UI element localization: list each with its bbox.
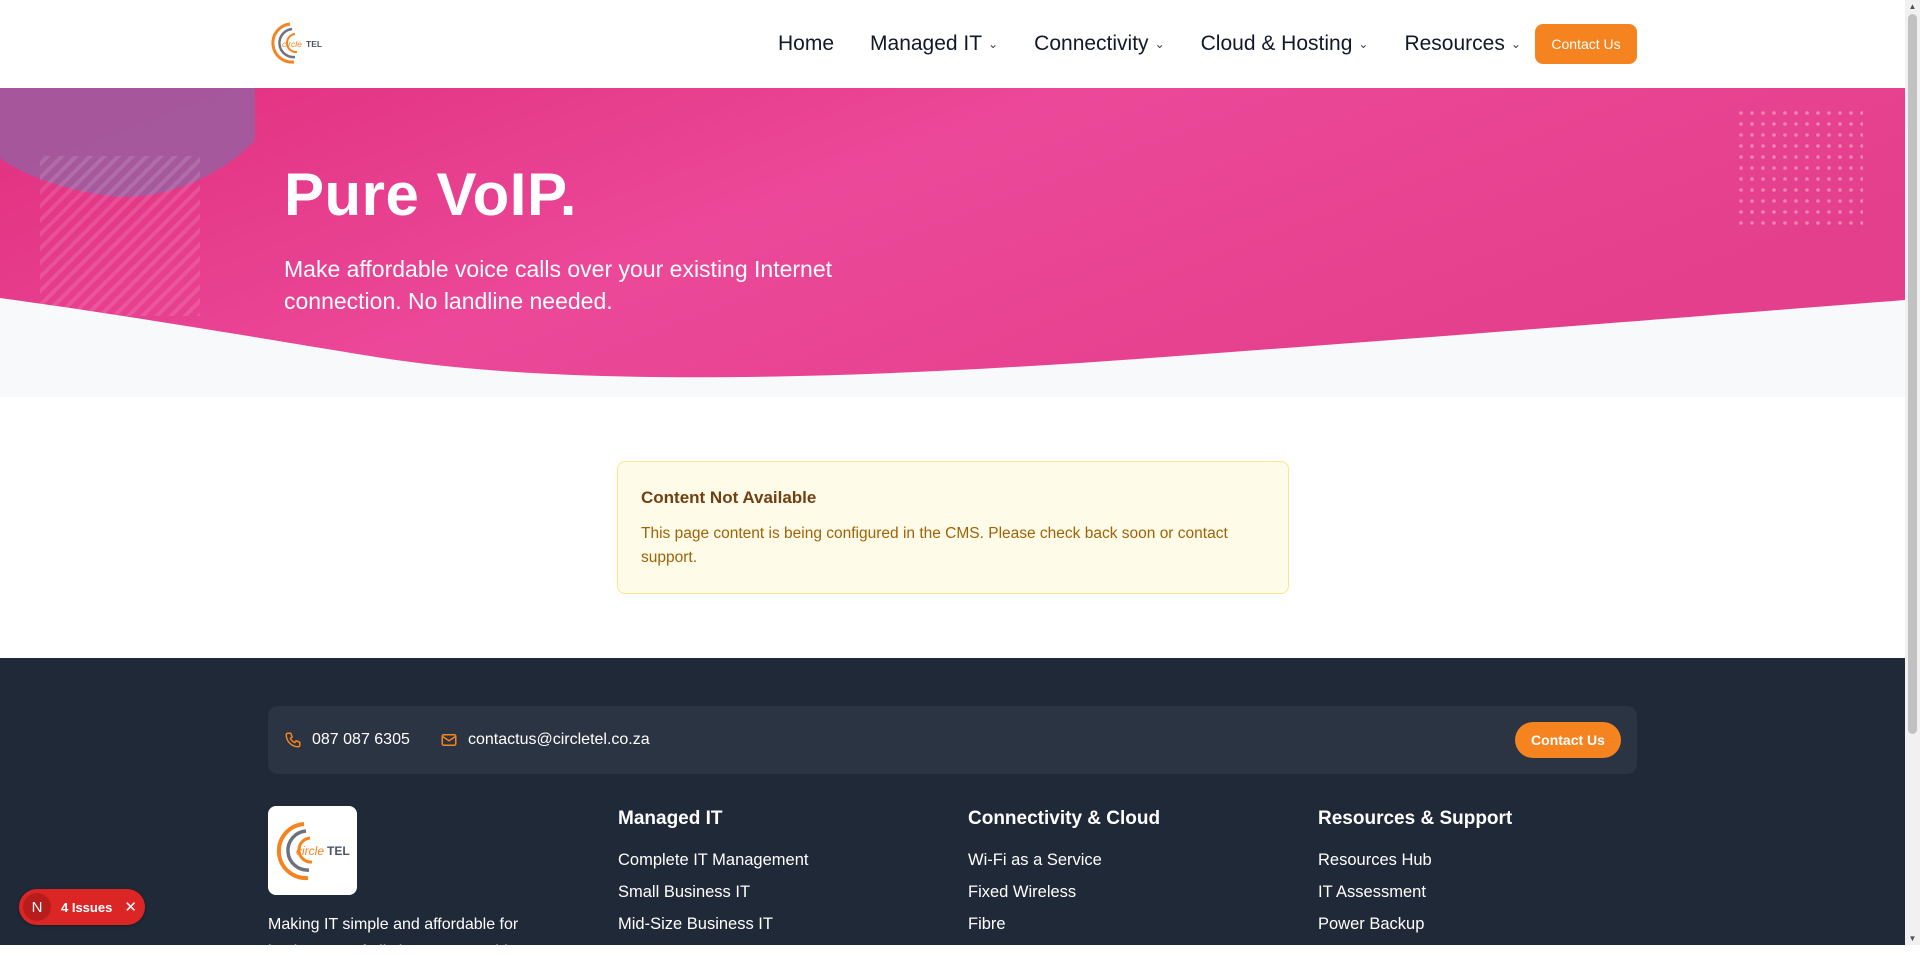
scroll-up-icon[interactable]: ▲ <box>1905 2 1920 11</box>
svg-text:circle: circle <box>296 844 324 858</box>
nav-managed-it[interactable]: Managed IT ⌄ <box>870 32 998 56</box>
nav-connectivity[interactable]: Connectivity ⌄ <box>1034 32 1164 56</box>
main-nav: Home Managed IT ⌄ Connectivity ⌄ Cloud &… <box>778 0 1557 88</box>
nav-home-label: Home <box>778 32 835 55</box>
notice-message: This page content is being configured in… <box>641 525 1228 566</box>
footer-phone: 087 087 6305 <box>312 731 410 748</box>
svg-text:circle: circle <box>282 39 302 49</box>
phone-icon <box>285 732 301 748</box>
chevron-down-icon: ⌄ <box>1154 37 1165 51</box>
footer-link[interactable]: Fixed Wireless <box>968 876 1160 908</box>
footer-link[interactable]: Fibre <box>968 908 1160 940</box>
footer-logo[interactable]: circle TEL <box>268 806 357 895</box>
svg-text:TEL: TEL <box>327 844 350 858</box>
footer-contact-bar: 087 087 6305 contactus@circletel.co.za C… <box>268 706 1637 774</box>
footer-email: contactus@circletel.co.za <box>468 731 650 748</box>
dev-issues-badge[interactable]: N 4 Issues ✕ <box>19 889 145 925</box>
footer-column-connectivity-cloud: Connectivity & Cloud Wi-Fi as a Service … <box>968 808 1160 940</box>
footer-link[interactable]: Power Backup <box>1318 908 1512 940</box>
nav-managed-it-label: Managed IT <box>870 32 983 55</box>
footer-link[interactable]: IT Assessment <box>1318 876 1512 908</box>
footer-tagline: Making IT simple and affordable for busi… <box>268 916 585 960</box>
chevron-down-icon: ⌄ <box>988 37 999 51</box>
footer-column-heading: Connectivity & Cloud <box>968 808 1161 829</box>
chevron-down-icon: ⌄ <box>1358 37 1369 51</box>
footer-link[interactable]: Mid-Size Business IT <box>618 908 808 940</box>
nav-resources[interactable]: Resources ⌄ <box>1404 32 1520 56</box>
footer-link[interactable]: Small Business IT <box>618 876 808 908</box>
site-footer: 087 087 6305 contactus@circletel.co.za C… <box>0 658 1905 960</box>
nav-resources-label: Resources <box>1404 32 1505 55</box>
notice-title: Content Not Available <box>641 488 817 507</box>
hero-section: Pure VoIP. Make affordable voice calls o… <box>0 88 1905 397</box>
footer-link[interactable]: Wi-Fi as a Service <box>968 844 1160 876</box>
footer-link[interactable]: Complete IT Management <box>618 844 808 876</box>
chevron-down-icon: ⌄ <box>1510 37 1521 51</box>
footer-column-heading: Managed IT <box>618 808 723 829</box>
content-unavailable-notice: Content Not Available This page content … <box>617 461 1289 594</box>
issues-count-label: 4 Issues <box>61 899 113 915</box>
page-scrollbar[interactable]: ▲ ▼ <box>1905 0 1920 945</box>
nav-home[interactable]: Home <box>778 32 834 56</box>
nav-connectivity-label: Connectivity <box>1034 32 1149 55</box>
circletel-logo[interactable]: circle TEL <box>268 20 326 66</box>
footer-phone-link[interactable]: 087 087 6305 <box>284 706 410 774</box>
scroll-down-icon[interactable]: ▼ <box>1905 934 1920 943</box>
footer-link[interactable]: Resources Hub <box>1318 844 1512 876</box>
footer-column-resources-support: Resources & Support Resources Hub IT Ass… <box>1318 808 1512 940</box>
scrollbar-thumb[interactable] <box>1908 14 1917 734</box>
footer-contact-button[interactable]: Contact Us <box>1515 722 1621 758</box>
close-icon[interactable]: ✕ <box>124 898 137 916</box>
nav-cloud-hosting[interactable]: Cloud & Hosting ⌄ <box>1201 32 1369 56</box>
footer-column-heading: Resources & Support <box>1318 808 1513 829</box>
nextjs-logo-icon: N <box>23 893 51 921</box>
site-header: circle TEL Home Managed IT ⌄ Connectivit… <box>0 0 1905 88</box>
header-contact-button[interactable]: Contact Us <box>1535 24 1637 64</box>
footer-email-link[interactable]: contactus@circletel.co.za <box>440 706 650 774</box>
hero-title: Pure VoIP. <box>284 161 577 228</box>
nav-cloud-hosting-label: Cloud & Hosting <box>1200 32 1353 55</box>
hero-subtitle: Make affordable voice calls over your ex… <box>284 256 833 314</box>
svg-text:TEL: TEL <box>306 39 322 49</box>
footer-column-managed-it: Managed IT Complete IT Management Small … <box>618 808 808 940</box>
mail-icon <box>441 734 457 746</box>
hero-background <box>0 88 1905 378</box>
